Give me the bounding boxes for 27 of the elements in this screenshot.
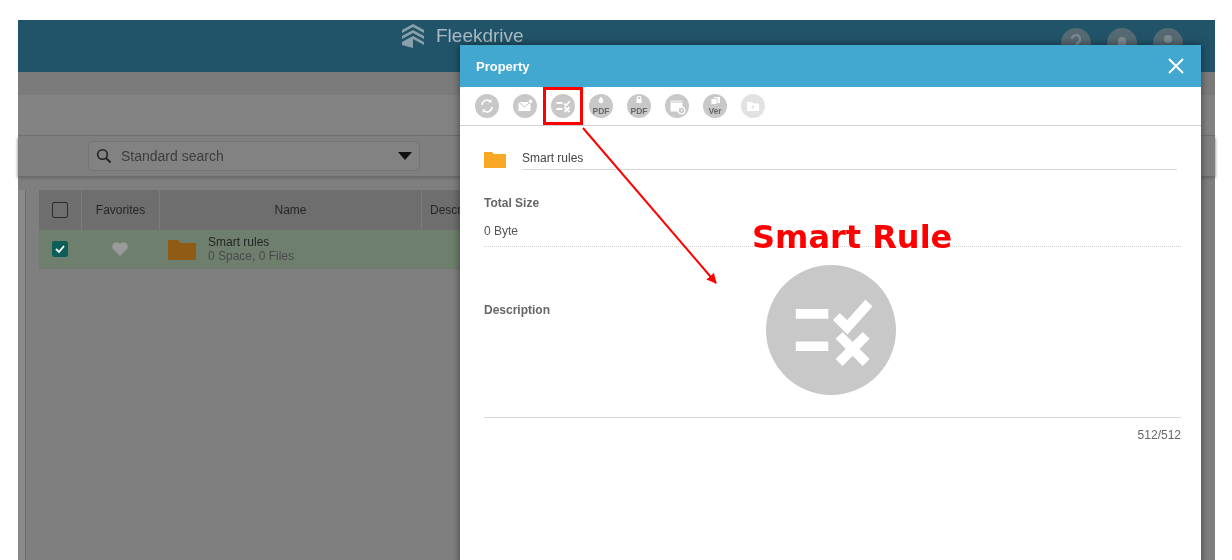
lock-pdf-button[interactable]: PDF xyxy=(627,94,651,118)
checkbox[interactable] xyxy=(52,202,68,218)
caret-icon[interactable] xyxy=(398,152,412,160)
sync-button[interactable] xyxy=(475,94,499,118)
heart-icon[interactable] xyxy=(110,241,129,257)
logo-text: Fleekdrive xyxy=(436,25,524,47)
field-label: Description xyxy=(484,303,551,317)
dialog-title: Property xyxy=(476,58,530,74)
close-button[interactable] xyxy=(1167,57,1185,75)
column-header[interactable]: Descr xyxy=(430,203,462,217)
column-header[interactable]: Favorites xyxy=(95,203,146,217)
field-label: Total Size xyxy=(484,196,541,210)
schedule-button[interactable] xyxy=(665,94,689,118)
folder-icon xyxy=(168,238,196,260)
watermark-pdf-button[interactable]: PDF xyxy=(589,94,613,118)
column-header[interactable]: Name xyxy=(274,203,307,217)
annotation-label: Smart Rule xyxy=(752,218,953,256)
smart-rule-button[interactable] xyxy=(551,94,575,118)
checkbox[interactable] xyxy=(52,241,68,257)
file-name: Smart rules xyxy=(208,235,271,249)
search-icon xyxy=(96,148,112,164)
folder-icon xyxy=(484,150,506,168)
name-field[interactable]: Smart rules xyxy=(522,148,1177,170)
mail-button[interactable] xyxy=(513,94,537,118)
search-field[interactable]: Standard search xyxy=(88,141,420,171)
character-counter: 512/512 xyxy=(1137,428,1181,442)
version-button[interactable]: Ver xyxy=(703,94,727,118)
